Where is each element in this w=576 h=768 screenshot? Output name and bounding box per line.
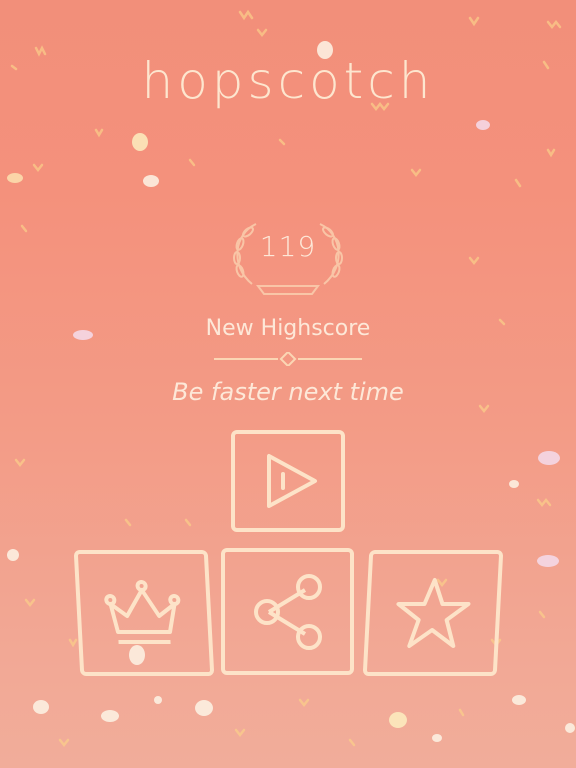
leaderboard-button[interactable] — [73, 550, 215, 676]
play-icon — [267, 454, 317, 508]
crown-icon — [104, 580, 181, 644]
game-title: hopscotch — [141, 52, 435, 110]
play-button[interactable] — [231, 430, 345, 532]
share-button[interactable] — [221, 548, 354, 675]
highscore-label: New Highscore — [205, 316, 371, 341]
score-value: 119 — [259, 230, 317, 263]
divider-ornament — [214, 352, 362, 366]
score-badge: 119 — [218, 212, 358, 302]
star-icon — [396, 578, 471, 648]
game-over-screen: hopscotch 119 New Highscore Be faster ne… — [0, 0, 576, 768]
rate-button[interactable] — [362, 550, 504, 676]
share-icon — [254, 574, 322, 650]
status-message: Be faster next time — [172, 378, 404, 406]
